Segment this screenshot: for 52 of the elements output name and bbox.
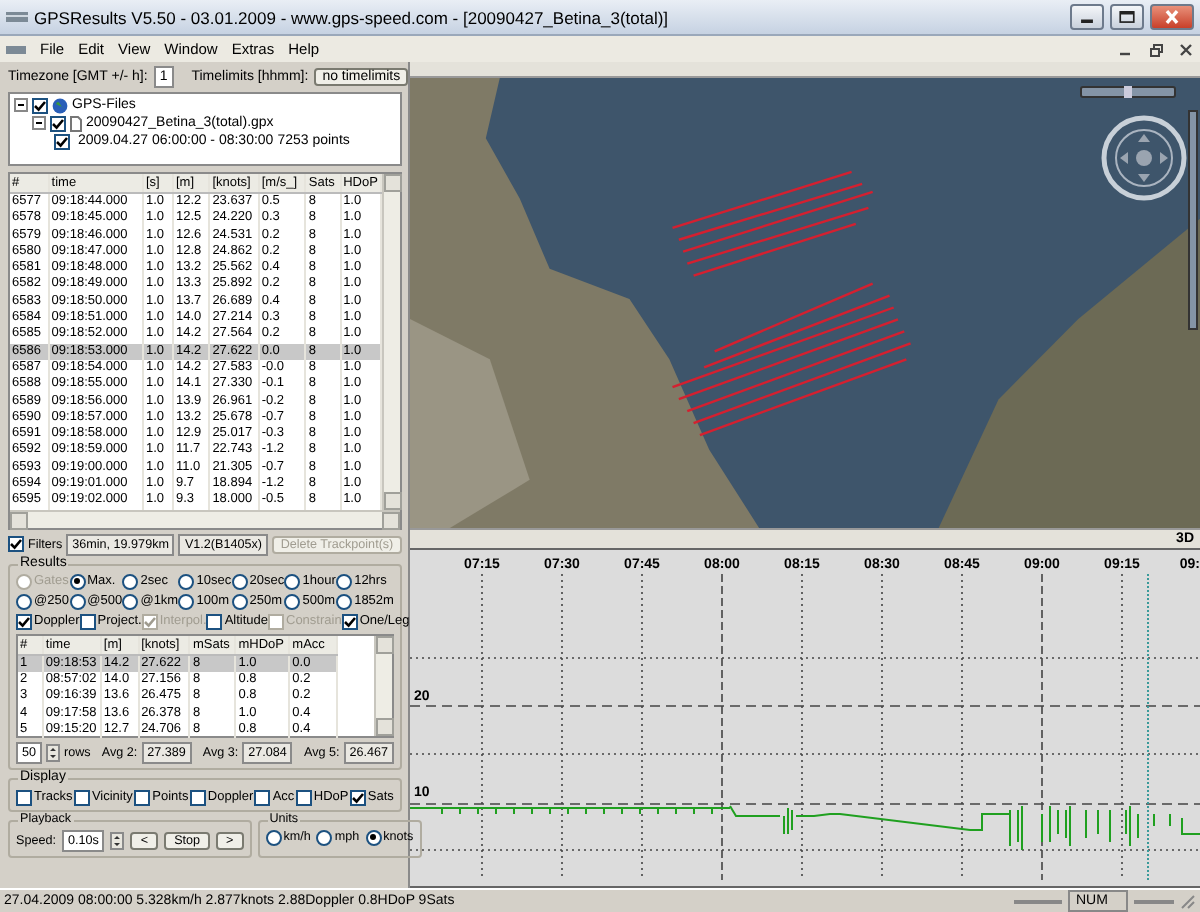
tilt-slider-icon[interactable] <box>1188 110 1198 330</box>
radio-button[interactable] <box>231 573 248 590</box>
navigation-control-icon[interactable] <box>1100 114 1188 202</box>
radio-button[interactable] <box>122 593 139 610</box>
radio-button[interactable] <box>178 593 195 610</box>
radio-button[interactable] <box>284 593 301 610</box>
checkbox[interactable] <box>189 789 206 806</box>
checkbox[interactable] <box>295 789 312 806</box>
document-icon <box>6 41 26 57</box>
close-icon[interactable] <box>1150 4 1194 30</box>
globe-icon <box>52 97 68 113</box>
checkbox[interactable] <box>134 789 151 806</box>
checkbox[interactable] <box>206 613 223 630</box>
minimize-icon[interactable] <box>1070 4 1104 30</box>
checkbox[interactable] <box>54 133 70 149</box>
radio-button[interactable] <box>231 593 248 610</box>
restore-icon[interactable] <box>1148 41 1164 57</box>
collapse-icon[interactable] <box>32 116 46 130</box>
radio-button[interactable] <box>122 573 139 590</box>
checkbox[interactable] <box>79 613 96 630</box>
file-icon <box>70 115 82 131</box>
checkbox[interactable] <box>32 97 48 113</box>
radio-button[interactable] <box>336 573 353 590</box>
radio-button[interactable] <box>316 829 333 846</box>
vertical-scrollbar[interactable] <box>374 635 392 736</box>
radio-button[interactable] <box>69 573 86 590</box>
collapse-icon[interactable] <box>14 98 28 112</box>
radio-button[interactable] <box>178 573 195 590</box>
vertical-scrollbar[interactable] <box>382 174 400 510</box>
checkbox[interactable] <box>341 613 358 630</box>
checkbox[interactable] <box>50 115 66 131</box>
app-icon <box>6 8 28 26</box>
radio-button[interactable] <box>336 593 353 610</box>
checkbox[interactable] <box>16 613 32 630</box>
radio-button[interactable] <box>284 573 301 590</box>
zoom-slider-icon[interactable] <box>1080 86 1176 98</box>
checkbox[interactable] <box>349 789 366 806</box>
radio-button[interactable] <box>69 593 86 610</box>
spinner-icon[interactable] <box>110 831 125 850</box>
horizontal-scrollbar[interactable] <box>10 509 400 528</box>
radio-button[interactable] <box>16 593 32 610</box>
checkbox[interactable] <box>73 789 90 806</box>
checkbox[interactable] <box>16 789 32 806</box>
window-title: GPSResults V5.50 - 03.01.2009 - www.gps-speed.com - [20090427_Betina_3(total)] <box>34 7 671 27</box>
checkbox[interactable] <box>8 536 24 553</box>
maximize-icon[interactable] <box>1110 4 1144 30</box>
close-icon[interactable] <box>1178 41 1194 57</box>
radio-button[interactable] <box>265 829 282 846</box>
radio-button[interactable] <box>365 829 382 846</box>
spinner-icon[interactable] <box>46 743 61 762</box>
resize-grip-icon[interactable] <box>1180 893 1196 909</box>
checkbox[interactable] <box>254 789 271 806</box>
